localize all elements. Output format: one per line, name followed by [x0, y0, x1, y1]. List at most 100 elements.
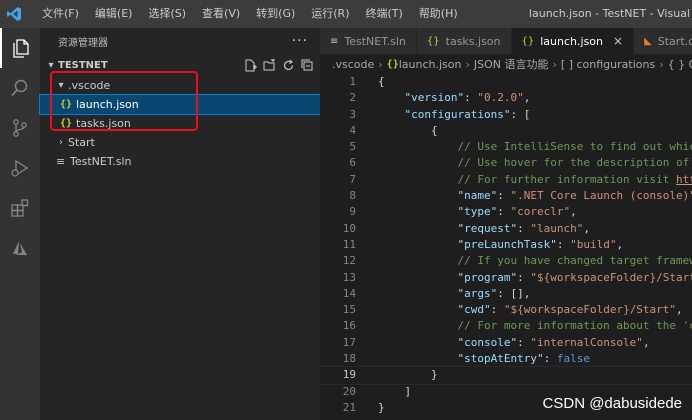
code-text: "console": "internalConsole", [356, 335, 650, 351]
extensions-button[interactable] [0, 188, 40, 228]
code-token: "0.2.0" [477, 91, 524, 105]
code-token: : [464, 91, 478, 105]
code-line[interactable]: 18 "stopAtEntry": false [320, 351, 692, 367]
menu-item[interactable]: 运行(R) [303, 0, 357, 28]
tab-launch-json[interactable]: {} launch.json × [511, 28, 635, 54]
tab-start-c[interactable]: ◣ Start.c [634, 28, 692, 54]
code-token: { [378, 123, 438, 137]
line-number: 6 [349, 156, 356, 170]
search-button[interactable] [0, 68, 40, 108]
more-actions-icon[interactable]: ··· [292, 33, 308, 49]
code-line[interactable]: 17 "console": "internalConsole", [320, 335, 692, 351]
collapse-all-icon[interactable] [301, 59, 314, 72]
code-line[interactable]: 7 // For further information visit htt [320, 172, 692, 188]
tree-file-tasks[interactable]: {} tasks.json [40, 114, 320, 133]
menu-item[interactable]: 帮助(H) [411, 0, 466, 28]
code-line[interactable]: 3 "configurations": [ [320, 107, 692, 123]
code-token: } [378, 368, 438, 382]
azure-button[interactable] [0, 228, 40, 268]
breadcrumb-schema[interactable]: JSON 语言功能 [474, 56, 549, 72]
editor-area: ≡ TestNET.sln{} tasks.json{} launch.json × ◣ S… [320, 28, 692, 420]
menu-item[interactable]: 选择(S) [140, 0, 194, 28]
vscode-logo-icon[interactable] [0, 0, 28, 28]
new-folder-icon[interactable] [263, 58, 276, 72]
line-number: 9 [349, 205, 356, 219]
code-line[interactable]: 6 // Use hover for the description of t [320, 155, 692, 171]
explorer-header: 资源管理器 ··· [40, 28, 320, 54]
menu-item[interactable]: 转到(G) [248, 0, 303, 28]
code-line[interactable]: 11 "preLaunchTask": "build", [320, 237, 692, 253]
code-token: , [642, 335, 650, 349]
code-text: { [356, 123, 438, 139]
tab-tasks-json[interactable]: {} tasks.json [416, 28, 512, 54]
code-token: , [583, 221, 590, 235]
code-token: "console" [457, 335, 518, 349]
code-token: : [], [497, 286, 531, 300]
code-token: ] [378, 384, 412, 398]
close-icon[interactable]: × [613, 34, 623, 48]
code-token: : [543, 352, 557, 366]
tab-testnet-sln[interactable]: ≡ TestNET.sln [320, 28, 417, 54]
code-line[interactable]: 14 "args": [], [320, 286, 692, 302]
code-token: "cwd" [457, 303, 491, 317]
code-token: "launch" [530, 221, 584, 235]
code-line[interactable]: 2 "version": "0.2.0", [320, 90, 692, 106]
code-line[interactable]: 10 "request": "launch", [320, 221, 692, 237]
code-text: { [356, 74, 385, 90]
refresh-icon[interactable] [282, 59, 295, 72]
code-token: : [490, 303, 504, 317]
code-token: "stopAtEntry" [457, 352, 544, 366]
code-line[interactable]: 12 // If you have changed target framew [320, 253, 692, 269]
tree-file-launch[interactable]: {} launch.json [39, 94, 321, 115]
code-token: "build" [570, 237, 617, 251]
json-file-icon: {} [60, 118, 73, 129]
code-line[interactable]: 8 "name": ".NET Core Launch (console)", [320, 188, 692, 204]
line-number: 2 [349, 91, 356, 105]
code-line[interactable]: 19 } [320, 366, 692, 385]
new-file-icon[interactable] [244, 59, 257, 72]
menu-item[interactable]: 终端(T) [358, 0, 411, 28]
code-text: // Use hover for the description of t [356, 155, 692, 171]
tree-file-sln[interactable]: ≡ TestNET.sln [40, 152, 320, 171]
code-editor[interactable]: 1{2 "version": "0.2.0", 3 "configurations… [320, 74, 692, 416]
breadcrumb-separator: › [465, 57, 470, 71]
code-token: } [378, 400, 385, 414]
breadcrumb-separator: › [552, 57, 557, 71]
code-line[interactable]: 4 { [320, 123, 692, 139]
breadcrumb-item[interactable]: { } 0 [668, 58, 692, 71]
code-line[interactable]: 1{ [320, 74, 692, 90]
tree-folder-start[interactable]: › Start [40, 133, 320, 152]
breadcrumb-property[interactable]: [ ] configurations [561, 58, 655, 71]
code-line[interactable]: 16 // For more information about the 'c [320, 318, 692, 334]
workspace-section[interactable]: ▾ TESTNET [40, 54, 320, 76]
menu-item[interactable]: 查看(V) [194, 0, 248, 28]
run-debug-button[interactable] [0, 148, 40, 188]
explorer-sidebar: 资源管理器 ··· ▾ TESTNET ▾ .vscode {} launch.… [39, 28, 321, 420]
line-number: 3 [349, 107, 356, 121]
code-token: "${workspaceFolder}/Start" [503, 303, 677, 317]
code-text: // For further information visit htt [356, 172, 692, 188]
breadcrumb-folder[interactable]: .vscode [332, 58, 374, 71]
explorer-actions [244, 58, 314, 72]
menu-item[interactable]: 编辑(E) [87, 0, 141, 28]
source-control-button[interactable] [0, 108, 40, 148]
code-text: "args": [], [356, 286, 530, 302]
code-line[interactable]: 13 "program": "${workspaceFolder}/Start [320, 270, 692, 286]
menu-item[interactable]: 文件(F) [34, 0, 87, 28]
code-text: "stopAtEntry": false [356, 351, 589, 367]
tree-folder-vscode[interactable]: ▾ .vscode [40, 76, 320, 95]
code-token: , [570, 205, 577, 219]
code-line[interactable]: 15 "cwd": "${workspaceFolder}/Start", [320, 302, 692, 318]
breadcrumb-file[interactable]: launch.json [399, 58, 462, 71]
code-line[interactable]: 9 "type": "coreclr", [320, 204, 692, 220]
code-line[interactable]: 5 // Use IntelliSense to find out which [320, 139, 692, 155]
explorer-button[interactable] [0, 28, 40, 68]
code-token: , [616, 237, 624, 251]
code-text: "name": ".NET Core Launch (console)", [356, 188, 692, 204]
